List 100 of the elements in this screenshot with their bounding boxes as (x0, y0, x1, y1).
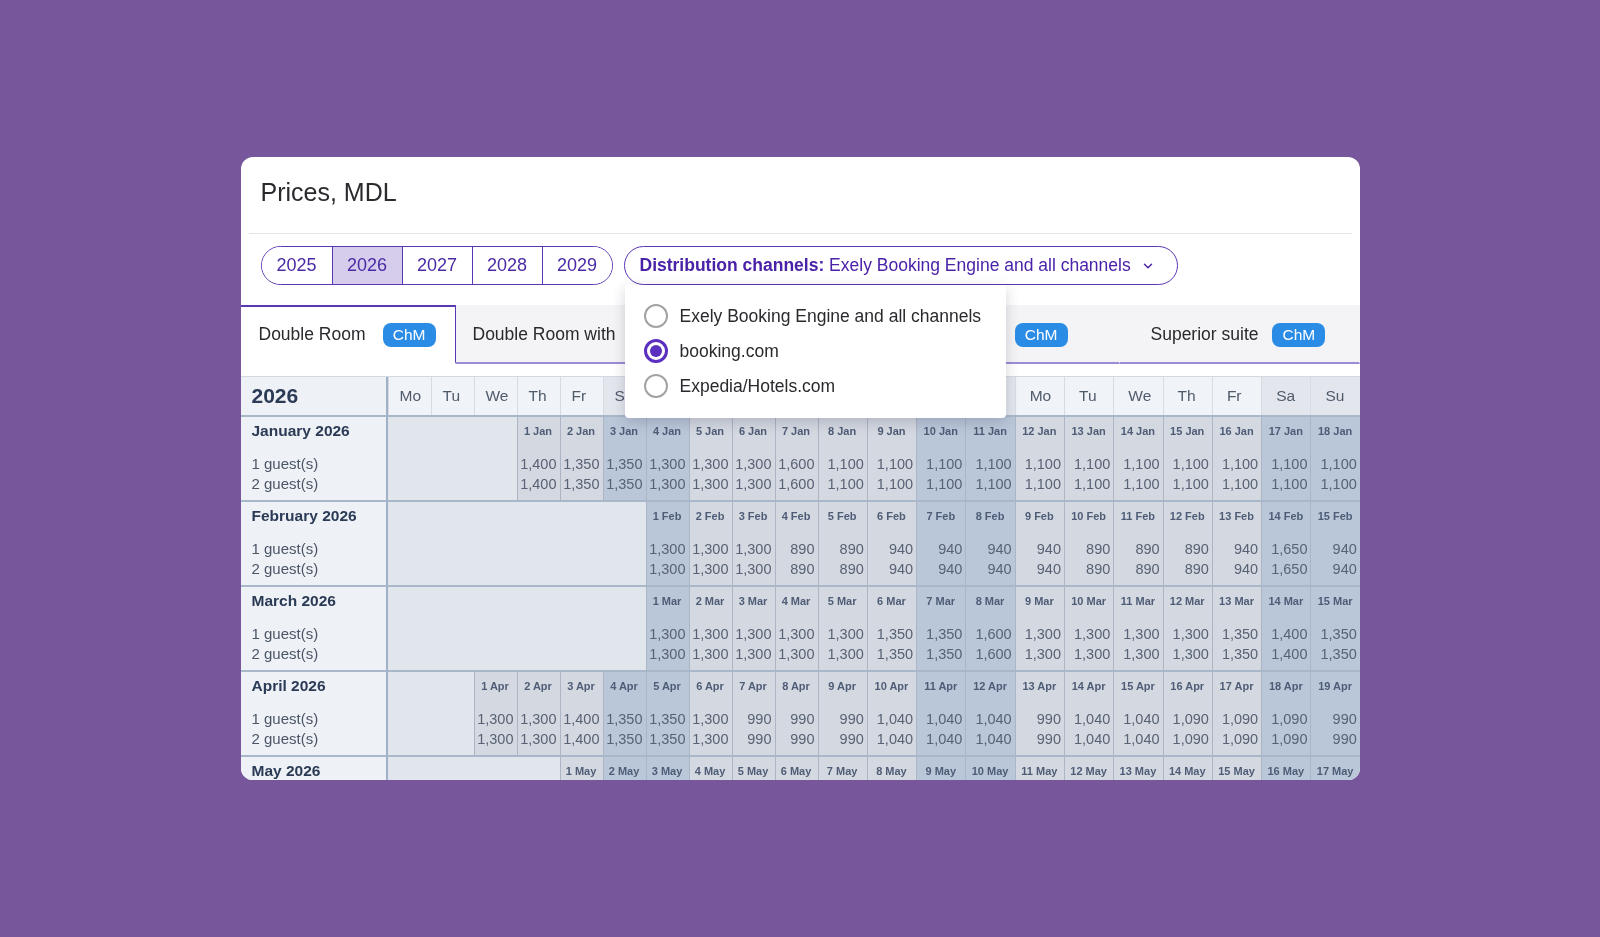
price-value: 1,040 (875, 710, 914, 729)
date-label: 13 Mar (1218, 594, 1255, 609)
price-value: 1,090 (1270, 730, 1308, 749)
price-value: 1,090 (1220, 730, 1259, 749)
price-value: 1,300 (734, 475, 772, 494)
guest-label: 1 guest(s) (251, 624, 320, 644)
price-value: 1,350 (648, 710, 686, 729)
price-value: 1,600 (974, 625, 1012, 644)
date-label: 5 May (736, 764, 770, 779)
price-value: 1,090 (1270, 710, 1308, 729)
weekday-label: S (614, 386, 625, 406)
price-value: 1,100 (875, 475, 914, 494)
price-value: 940 (986, 560, 1012, 579)
price-value: 940 (937, 560, 963, 579)
guest-label: 1 guest(s) (251, 709, 320, 729)
date-label: 5 Feb (826, 509, 858, 524)
weekday-label: Mo (399, 386, 422, 406)
price-value: 940 (986, 540, 1012, 559)
date-label: 4 Apr (609, 679, 639, 694)
price-value: 1,100 (1023, 455, 1061, 474)
date-label: 9 Mar (1023, 594, 1055, 609)
price-value: 1,090 (1220, 710, 1259, 729)
price-value: 890 (1183, 540, 1209, 559)
weekday-label: Fr (1226, 386, 1242, 406)
guest-label: 1 guest(s) (251, 539, 320, 559)
price-value: 1,350 (1319, 645, 1357, 664)
date-label: 3 Mar (737, 594, 769, 609)
price-value: 890 (838, 540, 864, 559)
weekday-label: We (485, 386, 509, 406)
price-value: 940 (1331, 560, 1357, 579)
date-label: 9 Jan (876, 424, 907, 439)
date-label: 4 Jan (651, 424, 683, 439)
date-label: 7 Jan (780, 424, 812, 439)
price-value: 890 (1085, 560, 1111, 579)
price-value: 1,100 (1122, 475, 1160, 494)
price-value: 940 (937, 540, 963, 559)
date-label: 13 Jan (1070, 424, 1107, 439)
weekday-label: We (1128, 386, 1152, 406)
date-label: 2 May (607, 764, 641, 779)
price-value: 940 (1035, 560, 1061, 579)
price-value: 890 (1183, 560, 1209, 579)
price-value: 1,100 (1270, 475, 1308, 494)
price-value: 1,300 (519, 730, 557, 749)
price-value: 1,300 (734, 540, 772, 559)
month-name: March 2026 (251, 592, 337, 610)
date-label: 4 May (693, 764, 727, 779)
date-label: 7 Apr (738, 679, 768, 694)
price-value: 1,300 (734, 560, 772, 579)
weekday-label: Tu (1079, 386, 1097, 406)
price-value: 1,300 (1023, 645, 1061, 664)
price-value: 1,100 (1270, 455, 1308, 474)
guest-label: 2 guest(s) (251, 644, 320, 664)
price-value: 1,100 (1122, 455, 1160, 474)
price-value: 1,350 (875, 645, 914, 664)
price-value: 1,300 (691, 625, 729, 644)
date-label: 11 Apr (923, 679, 959, 694)
date-label: 11 May (1020, 764, 1059, 779)
price-value: 1,100 (925, 455, 963, 474)
price-value: 1,300 (691, 475, 729, 494)
date-label: 3 May (650, 764, 684, 779)
date-label: 16 May (1266, 764, 1306, 779)
price-value: 940 (1232, 540, 1259, 559)
price-value: 1,300 (734, 645, 772, 664)
date-label: 2 Mar (694, 594, 726, 609)
weekday-label: Th (528, 386, 547, 406)
price-value: 1,300 (476, 710, 514, 729)
price-value: 940 (1035, 540, 1061, 559)
price-value: 1,100 (925, 475, 963, 494)
price-value: 890 (1134, 540, 1160, 559)
price-value: 890 (789, 560, 815, 579)
tab-badge: ChM (382, 322, 436, 347)
price-value: 1,300 (826, 625, 864, 644)
price-value: 1,650 (1270, 560, 1308, 579)
weekday-label: Th (1177, 386, 1196, 406)
price-value: 1,300 (648, 560, 686, 579)
date-label: 12 Apr (972, 679, 1008, 694)
date-label: 5 Apr (652, 679, 682, 694)
price-value: 990 (1331, 710, 1357, 729)
price-value: 1,100 (1171, 475, 1209, 494)
guest-label: 2 guest(s) (251, 474, 320, 494)
price-value: 990 (789, 730, 815, 749)
price-value: 1,350 (605, 730, 643, 749)
card-title: Prices, MDL (260, 178, 397, 206)
price-value: 1,300 (691, 730, 729, 749)
price-value: 1,300 (826, 645, 864, 664)
price-value: 890 (838, 560, 864, 579)
date-label: 2 Jan (565, 424, 597, 439)
date-label: 18 Apr (1267, 679, 1304, 694)
date-label: 8 Mar (974, 594, 1006, 609)
price-value: 990 (838, 710, 864, 729)
date-label: 15 May (1217, 764, 1256, 779)
price-value: 1,100 (1073, 475, 1111, 494)
date-label: 10 Jan (922, 424, 959, 439)
price-value: 1,100 (1319, 455, 1357, 474)
price-value: 990 (789, 710, 815, 729)
price-value: 990 (838, 730, 864, 749)
price-value: 1,350 (1220, 645, 1259, 664)
price-value: 1,350 (925, 625, 963, 644)
price-value: 1,350 (562, 475, 600, 494)
date-label: 17 Apr (1218, 679, 1255, 694)
